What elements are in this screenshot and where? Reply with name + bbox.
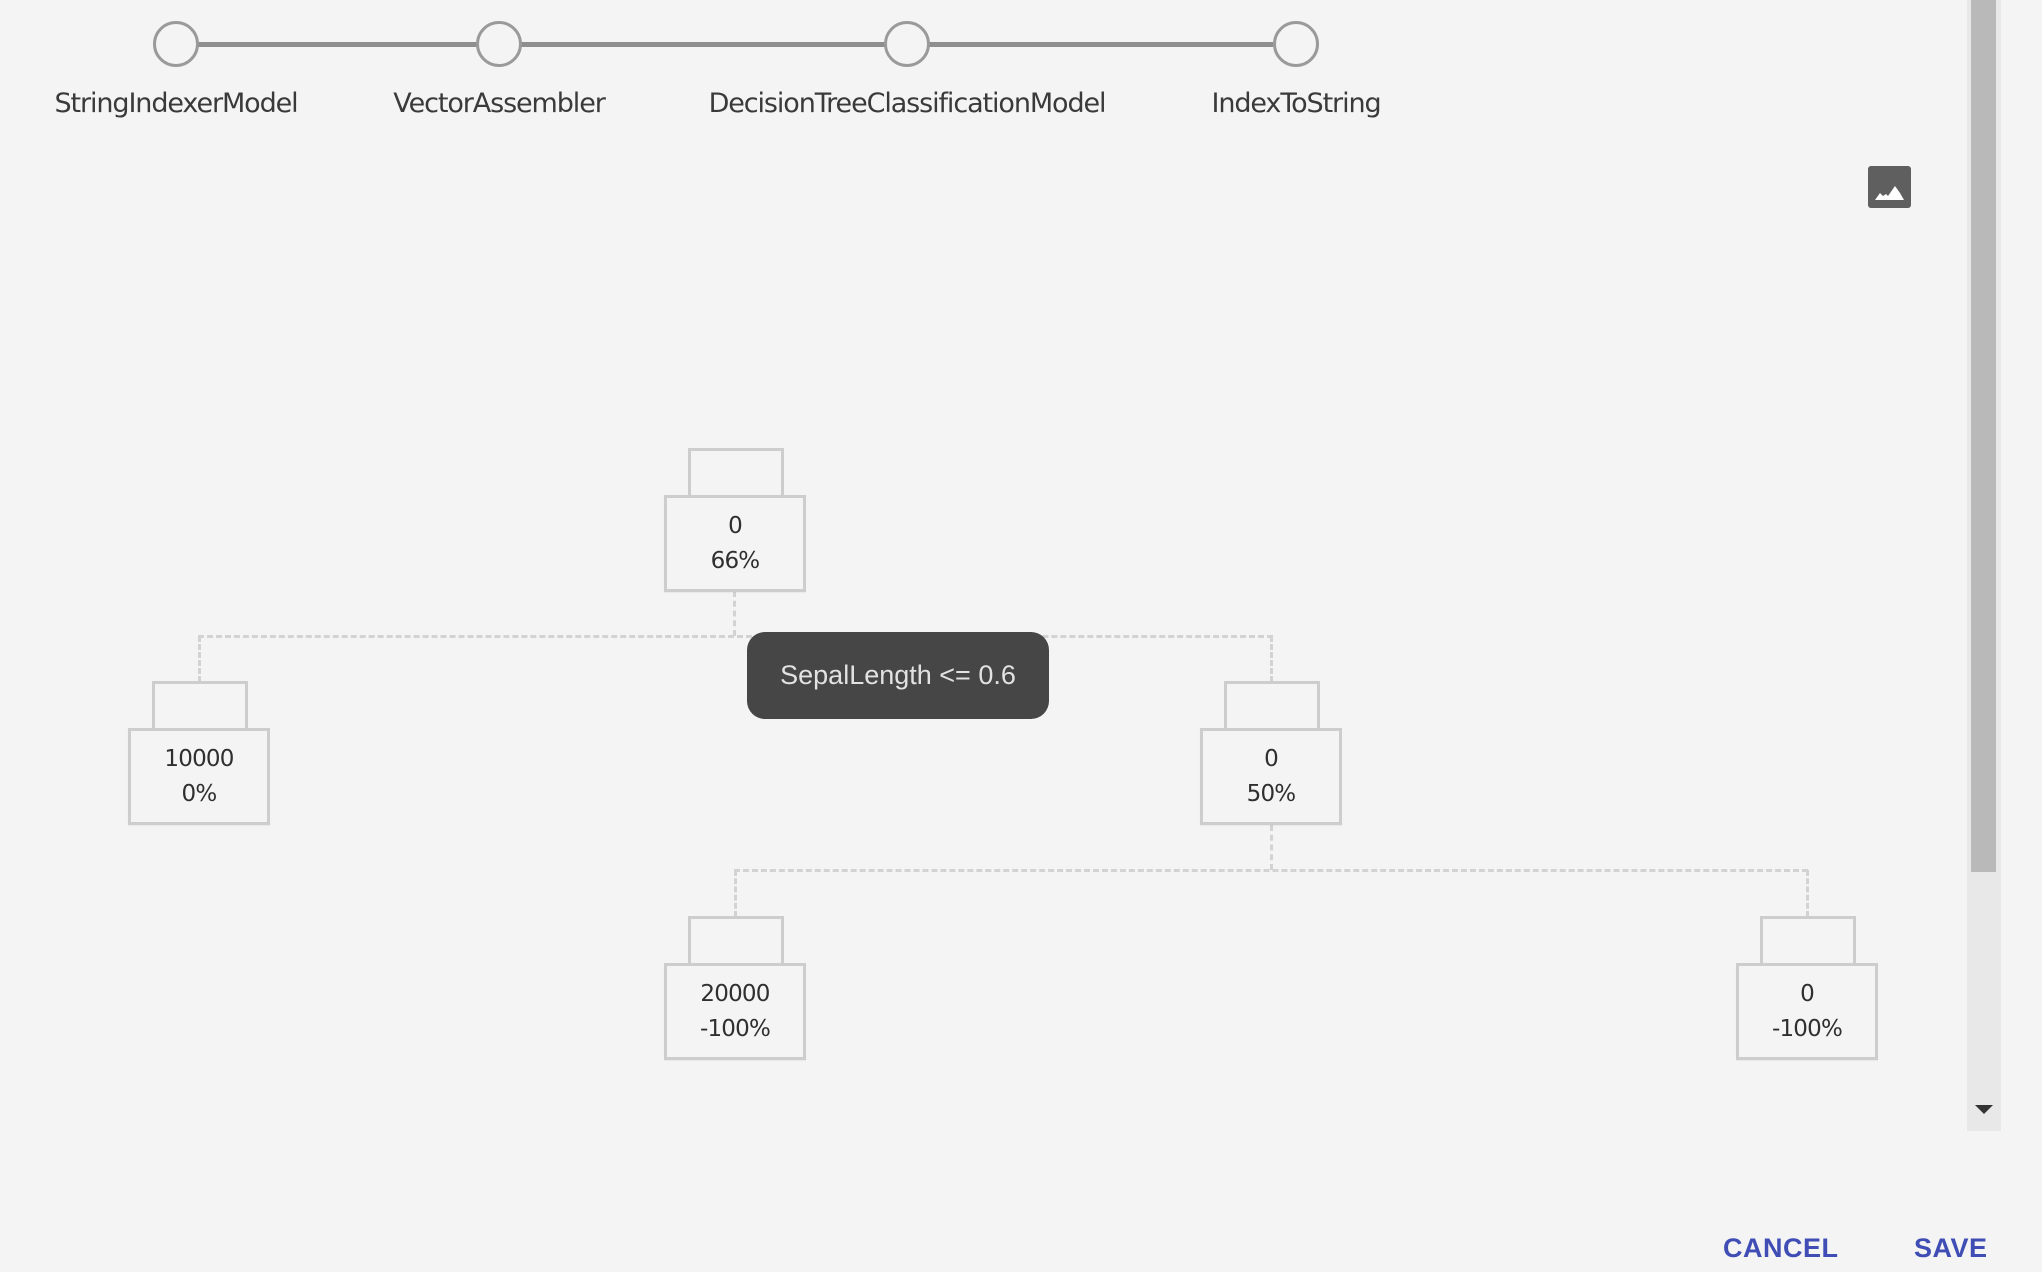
step-connector: [520, 42, 886, 47]
save-button[interactable]: SAVE: [1914, 1230, 1988, 1266]
node-tab: [688, 448, 784, 498]
step-connector: [928, 42, 1273, 47]
node-percent: 0%: [181, 780, 218, 807]
node-value: 0: [1800, 980, 1815, 1007]
export-image-button[interactable]: [1868, 166, 1911, 208]
tree-edge: [734, 869, 1808, 872]
node-box: 0 -100%: [1736, 963, 1878, 1060]
node-box: 0 50%: [1200, 728, 1342, 825]
node-tab: [1224, 681, 1320, 731]
tree-edge: [1270, 825, 1273, 870]
node-box: 20000 -100%: [664, 963, 806, 1060]
node-percent: -100%: [1771, 1015, 1843, 1042]
node-box: 10000 0%: [128, 728, 270, 825]
tree-edge: [198, 636, 201, 682]
step-circle-icon[interactable]: [884, 21, 930, 67]
tree-edge: [1806, 870, 1809, 917]
tree-edge: [733, 591, 736, 636]
scrollbar-thumb[interactable]: [1971, 0, 1996, 872]
tree-edge: [198, 635, 1273, 638]
node-percent: -100%: [699, 1015, 771, 1042]
node-tab: [688, 916, 784, 966]
step-circle-icon[interactable]: [476, 21, 522, 67]
vertical-scrollbar[interactable]: [1967, 0, 2001, 1131]
node-tab: [1760, 916, 1856, 966]
node-value: 20000: [700, 980, 770, 1007]
tree-node-left[interactable]: 10000 0%: [128, 681, 270, 825]
image-icon: [1875, 186, 1904, 200]
tree-node-right-left[interactable]: 20000 -100%: [664, 916, 806, 1060]
pipeline-stepper: StringIndexerModel VectorAssembler Decis…: [0, 0, 1450, 140]
node-percent: 66%: [710, 547, 761, 574]
node-value: 10000: [164, 745, 234, 772]
tree-node-right-right[interactable]: 0 -100%: [1736, 916, 1878, 1060]
node-tab: [152, 681, 248, 731]
step-label[interactable]: IndexToString: [1046, 88, 1546, 119]
split-condition-tooltip: SepalLength <= 0.6: [747, 632, 1049, 719]
node-value: 0: [1264, 745, 1279, 772]
node-value: 0: [728, 512, 743, 539]
scroll-down-arrow-icon[interactable]: [1975, 1105, 1993, 1114]
cancel-button[interactable]: CANCEL: [1723, 1230, 1839, 1266]
step-connector: [198, 42, 478, 47]
tree-node-right[interactable]: 0 50%: [1200, 681, 1342, 825]
tree-node-root[interactable]: 0 66%: [664, 448, 806, 592]
step-circle-icon[interactable]: [153, 21, 199, 67]
tree-edge: [734, 870, 737, 917]
tree-edge: [1270, 636, 1273, 682]
node-box: 0 66%: [664, 495, 806, 592]
node-percent: 50%: [1246, 780, 1297, 807]
step-circle-icon[interactable]: [1273, 21, 1319, 67]
